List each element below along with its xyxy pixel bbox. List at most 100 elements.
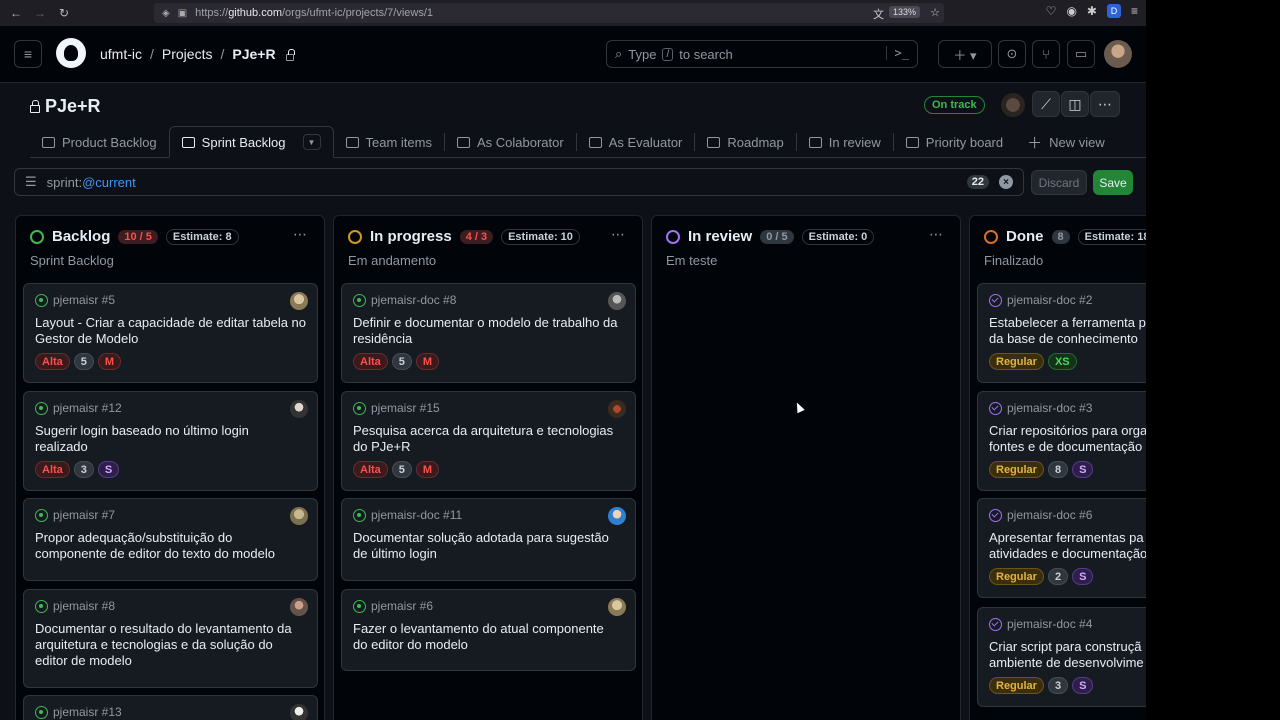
zoom-level[interactable]: 133%: [888, 6, 920, 18]
column-menu-icon[interactable]: ⋯: [929, 226, 944, 243]
user-avatar[interactable]: [1104, 40, 1132, 68]
card-title[interactable]: Sugerir login baseado no último login re…: [35, 423, 311, 455]
breadcrumb-project[interactable]: PJe+R: [232, 46, 275, 62]
card-title[interactable]: Documentar o resultado do levantamento d…: [35, 621, 311, 669]
tab-as-evaluator[interactable]: As Evaluator: [577, 126, 695, 158]
avatar[interactable]: [290, 507, 308, 525]
avatar[interactable]: [1001, 93, 1025, 117]
save-button[interactable]: Save: [1093, 170, 1133, 195]
forward-icon[interactable]: →: [28, 6, 52, 20]
avatar[interactable]: [290, 704, 308, 720]
card-reference[interactable]: pjemaisr #7: [35, 508, 115, 522]
label-badge[interactable]: Alta: [35, 353, 70, 370]
breadcrumb-org[interactable]: ufmt-ic: [100, 46, 142, 62]
column-menu-icon[interactable]: ⋯: [293, 226, 308, 243]
card-reference[interactable]: pjemaisr-doc #3: [989, 401, 1092, 415]
card-reference[interactable]: pjemaisr-doc #4: [989, 617, 1092, 631]
insights-icon[interactable]: ⟋: [1032, 91, 1060, 117]
filter-input[interactable]: ☰ sprint:@current 22 ×: [14, 168, 1024, 196]
label-badge[interactable]: S: [1072, 461, 1094, 478]
card-reference[interactable]: pjemaisr-doc #2: [989, 293, 1092, 307]
label-badge[interactable]: 3: [1047, 677, 1069, 694]
issues-icon[interactable]: ⊙: [998, 40, 1026, 68]
back-icon[interactable]: ←: [4, 6, 28, 20]
label-badge[interactable]: 8: [1047, 461, 1069, 478]
chevron-down-icon[interactable]: ▼: [302, 134, 321, 150]
label-badge[interactable]: Regular: [989, 568, 1044, 585]
card-reference[interactable]: pjemaisr #6: [353, 599, 433, 613]
board-card[interactable]: pjemaisr-doc #3 Criar repositórios para o…: [977, 391, 1146, 491]
label-badge[interactable]: S: [97, 461, 120, 478]
url-bar[interactable]: ◈ ▣ https://github.com/orgs/ufmt-ic/proj…: [154, 3, 944, 23]
card-reference[interactable]: pjemaisr #15: [353, 401, 440, 415]
tab-roadmap[interactable]: Roadmap: [695, 126, 795, 158]
board-card[interactable]: pjemaisr #8 Documentar o resultado do lev…: [23, 589, 318, 688]
card-title[interactable]: Criar repositórios para orga fontes e de…: [989, 423, 1146, 455]
more-options-icon[interactable]: ⋯: [1090, 91, 1120, 117]
card-title[interactable]: Criar script para construçã ambiente de …: [989, 639, 1146, 671]
avatar[interactable]: [608, 598, 626, 616]
label-badge[interactable]: Regular: [989, 353, 1044, 370]
avatar[interactable]: [290, 400, 308, 418]
label-badge[interactable]: 3: [73, 461, 94, 478]
reload-icon[interactable]: ↻: [52, 6, 76, 20]
board-card[interactable]: pjemaisr #13: [23, 695, 318, 720]
pull-requests-icon[interactable]: ⑂: [1032, 40, 1060, 68]
extensions-icon[interactable]: ✱: [1087, 4, 1097, 18]
new-view-button[interactable]: ＋ New view: [1015, 126, 1117, 158]
board-card[interactable]: pjemaisr-doc #4 Criar script para constru…: [977, 607, 1146, 707]
card-reference[interactable]: pjemaisr #13: [35, 705, 122, 719]
account-icon[interactable]: ◉: [1066, 4, 1076, 18]
pocket-icon[interactable]: ♡: [1046, 4, 1057, 18]
search-input[interactable]: ⌕ Type / to search >_: [606, 40, 918, 68]
command-palette-icon[interactable]: >_: [885, 46, 909, 60]
board-card[interactable]: pjemaisr #5 Layout - Criar a capacidade d…: [23, 283, 318, 383]
label-badge[interactable]: M: [415, 353, 440, 370]
label-badge[interactable]: M: [415, 461, 440, 478]
card-title[interactable]: Layout - Criar a capacidade de editar ta…: [35, 315, 311, 347]
label-badge[interactable]: 5: [391, 353, 412, 370]
card-reference[interactable]: pjemaisr-doc #8: [353, 293, 456, 307]
card-title[interactable]: Definir e documentar o modelo de trabalh…: [353, 315, 629, 347]
card-reference[interactable]: pjemaisr #12: [35, 401, 122, 415]
tab-priority-board[interactable]: Priority board: [894, 126, 1015, 158]
board-card[interactable]: pjemaisr #12 Sugerir login baseado no últ…: [23, 391, 318, 491]
card-title[interactable]: Fazer o levantamento do atual componente…: [353, 621, 629, 653]
card-title[interactable]: Propor adequação/substituição do compone…: [35, 530, 311, 562]
tab-product-backlog[interactable]: Product Backlog: [30, 126, 169, 158]
board-card[interactable]: pjemaisr #7 Propor adequação/substituição…: [23, 498, 318, 581]
avatar[interactable]: [608, 507, 626, 525]
menu-icon[interactable]: ≡: [1131, 4, 1138, 18]
card-title[interactable]: Apresentar ferramentas pa atividades e d…: [989, 530, 1146, 562]
label-badge[interactable]: 5: [391, 461, 412, 478]
side-panel-icon[interactable]: ◫: [1061, 91, 1089, 117]
tab-sprint-backlog[interactable]: Sprint Backlog ▼: [168, 126, 334, 158]
card-reference[interactable]: pjemaisr-doc #6: [989, 508, 1092, 522]
label-badge[interactable]: Alta: [35, 461, 70, 478]
card-reference[interactable]: pjemaisr #8: [35, 599, 115, 613]
avatar[interactable]: [608, 292, 626, 310]
avatar[interactable]: [608, 400, 626, 418]
translate-icon[interactable]: 文: [873, 6, 884, 22]
discard-button[interactable]: Discard: [1031, 170, 1087, 195]
label-badge[interactable]: S: [1072, 677, 1094, 694]
card-title[interactable]: Documentar solução adotada para sugestão…: [353, 530, 629, 562]
board-card[interactable]: pjemaisr #15 Pesquisa acerca da arquitetu…: [341, 391, 636, 491]
tab-in-review[interactable]: In review: [797, 126, 893, 158]
label-badge[interactable]: 5: [73, 353, 94, 370]
label-badge[interactable]: Alta: [353, 353, 388, 370]
label-badge[interactable]: Regular: [989, 677, 1044, 694]
avatar[interactable]: [290, 598, 308, 616]
card-reference[interactable]: pjemaisr-doc #11: [353, 508, 462, 522]
column-menu-icon[interactable]: ⋯: [611, 226, 626, 243]
board-card[interactable]: pjemaisr-doc #2 Estabelecer a ferramenta …: [977, 283, 1146, 383]
create-new-button[interactable]: ＋ ▾: [938, 40, 992, 68]
label-badge[interactable]: M: [97, 353, 122, 370]
board-card[interactable]: pjemaisr-doc #6 Apresentar ferramentas pa…: [977, 498, 1146, 598]
tab-as-colaborator[interactable]: As Colaborator: [445, 126, 576, 158]
github-logo-icon[interactable]: [56, 38, 86, 68]
hamburger-menu-icon[interactable]: ≡: [14, 40, 42, 68]
card-title[interactable]: Estabelecer a ferramenta p da base de co…: [989, 315, 1146, 347]
breadcrumb-projects[interactable]: Projects: [162, 46, 213, 62]
board-card[interactable]: pjemaisr-doc #11 Documentar solução adota…: [341, 498, 636, 581]
